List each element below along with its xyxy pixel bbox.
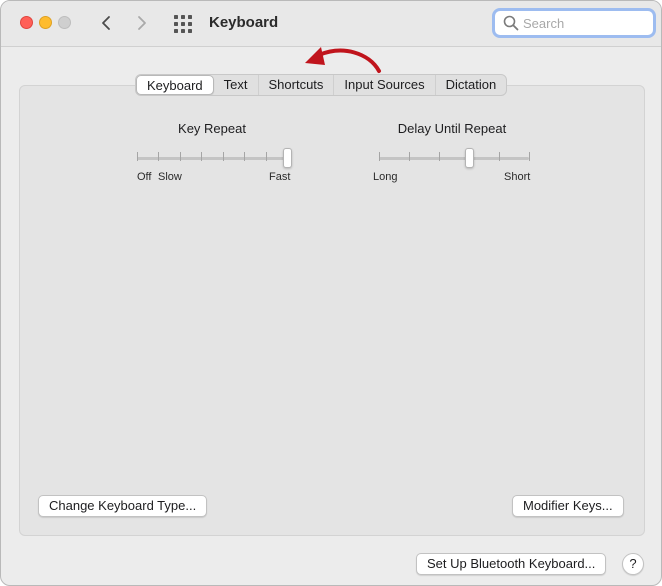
key-repeat-label-slow: Slow	[158, 171, 182, 183]
preferences-window: Keyboard Keyboard Text Shortcuts Input S…	[0, 0, 662, 586]
tab-text[interactable]: Text	[214, 75, 259, 95]
delay-until-repeat-tick	[439, 152, 440, 161]
key-repeat-tick	[265, 152, 267, 161]
delay-until-repeat-tick	[379, 152, 380, 161]
back-button[interactable]	[93, 10, 119, 36]
minimize-button[interactable]	[39, 16, 52, 29]
tab-dictation[interactable]: Dictation	[436, 75, 507, 95]
search-field[interactable]	[492, 8, 656, 38]
window-title: Keyboard	[209, 14, 279, 31]
key-repeat-tick	[137, 152, 138, 161]
forward-chevron-icon	[138, 16, 146, 30]
key-repeat-tick	[244, 152, 246, 161]
help-button[interactable]: ?	[622, 553, 644, 575]
search-input[interactable]	[523, 14, 647, 32]
change-keyboard-type-button[interactable]: Change Keyboard Type...	[38, 495, 208, 517]
delay-label-long: Long	[373, 171, 398, 183]
key-repeat-label-fast: Fast	[269, 171, 291, 183]
key-repeat-thumb[interactable]	[282, 148, 292, 168]
keyboard-panel	[19, 85, 645, 536]
forward-button[interactable]	[129, 10, 155, 36]
set-up-bluetooth-keyboard-button[interactable]: Set Up Bluetooth Keyboard...	[416, 553, 607, 575]
delay-until-repeat-tick	[499, 152, 500, 161]
grid-icon[interactable]	[173, 14, 193, 34]
key-repeat-tick	[158, 152, 160, 161]
zoom-button[interactable]	[58, 16, 71, 29]
key-repeat-slider-group: Key Repeat Off Slow Fast	[133, 121, 292, 183]
delay-until-repeat-slider-group: Delay Until Repeat Long Short	[371, 121, 533, 183]
delay-until-repeat-tick	[529, 152, 530, 161]
key-repeat-title: Key Repeat	[178, 121, 246, 136]
search-icon	[503, 15, 519, 31]
key-repeat-label-off: Off	[137, 171, 152, 183]
key-repeat-tick	[179, 152, 181, 161]
key-repeat-track[interactable]	[137, 157, 287, 160]
annotation-arrow-icon	[305, 47, 381, 73]
delay-until-repeat-track[interactable]	[379, 157, 529, 160]
delay-until-repeat-tick	[409, 152, 410, 161]
delay-until-repeat-thumb[interactable]	[464, 148, 474, 168]
modifier-keys-button[interactable]: Modifier Keys...	[512, 495, 624, 517]
back-chevron-icon	[102, 16, 110, 30]
delay-label-short: Short	[504, 171, 531, 183]
delay-until-repeat-title: Delay Until Repeat	[397, 121, 507, 136]
key-repeat-tick	[222, 152, 224, 161]
tab-keyboard[interactable]: Keyboard	[136, 75, 214, 95]
close-button[interactable]	[20, 16, 33, 29]
key-repeat-tick	[201, 152, 203, 161]
